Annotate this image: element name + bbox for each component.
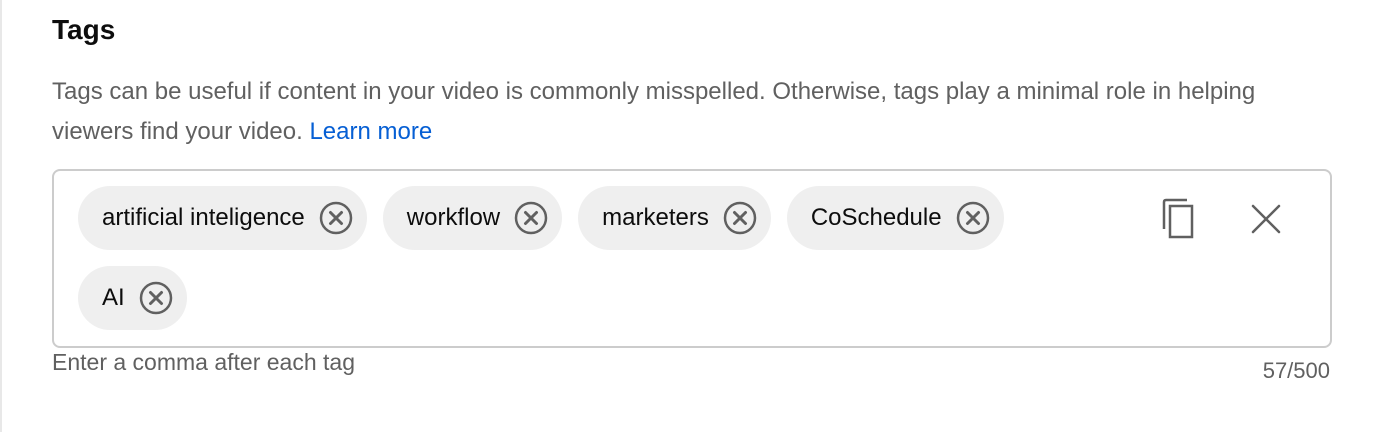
cancel-circle-icon[interactable]: [723, 201, 757, 235]
tag-chip-label: workflow: [406, 204, 501, 231]
section-title: Tags: [52, 14, 116, 45]
cancel-circle-icon[interactable]: [139, 281, 173, 315]
copy-icon: [1160, 198, 1198, 245]
tag-chip-label: marketers: [602, 204, 709, 231]
tag-chip: artificial inteligence: [78, 186, 367, 250]
section-description: Tags can be useful if content in your vi…: [52, 72, 1302, 152]
learn-more-link[interactable]: Learn more: [309, 118, 432, 145]
close-icon: [1250, 203, 1282, 240]
tag-chip-label: CoSchedule: [810, 204, 942, 231]
tags-section: Tags Tags can be useful if content in yo…: [0, 0, 1390, 432]
tags-input-box[interactable]: artificial inteligence workflow marketer…: [52, 169, 1332, 348]
tag-chip: marketers: [578, 186, 771, 250]
description-text: Tags can be useful if content in your vi…: [52, 78, 1256, 145]
tags-hint: Enter a comma after each tag: [52, 349, 355, 375]
tag-chip: workflow: [382, 186, 563, 250]
tag-chip-list: artificial inteligence workflow marketer…: [78, 186, 1108, 330]
copy-tags-button[interactable]: [1155, 197, 1203, 245]
cancel-circle-icon[interactable]: [514, 201, 548, 235]
tag-chip-label: AI: [102, 284, 125, 311]
clear-tags-button[interactable]: [1242, 197, 1290, 245]
cancel-circle-icon[interactable]: [956, 201, 990, 235]
tag-chip: CoSchedule: [786, 186, 1004, 250]
tag-chip: AI: [78, 266, 187, 330]
tag-chip-label: artificial inteligence: [102, 204, 305, 231]
cancel-circle-icon[interactable]: [319, 201, 353, 235]
character-counter: 57/500: [1262, 358, 1330, 383]
